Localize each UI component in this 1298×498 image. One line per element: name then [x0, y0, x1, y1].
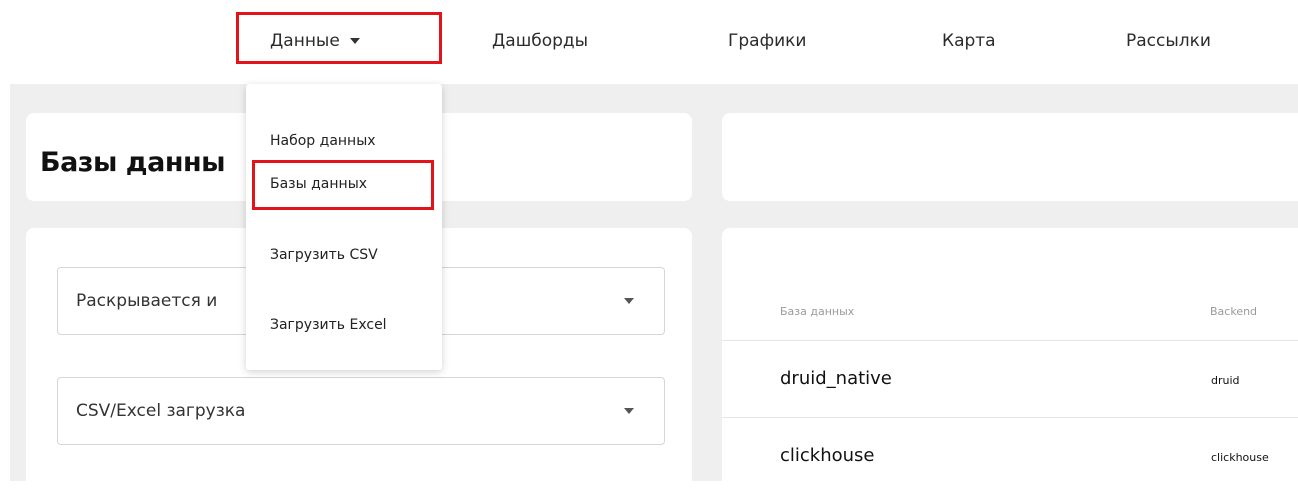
database-backend: druid — [1211, 374, 1240, 387]
database-name[interactable]: clickhouse — [780, 445, 875, 466]
database-backend: clickhouse — [1211, 451, 1269, 464]
nav-data-label: Данные — [270, 31, 340, 51]
header-card — [722, 113, 1298, 201]
menu-item-dataset[interactable]: Набор данных — [270, 133, 376, 149]
menu-item-upload-excel[interactable]: Загрузить Excel — [270, 317, 387, 333]
chevron-down-icon — [624, 408, 634, 414]
upload-select[interactable]: CSV/Excel загрузка — [57, 377, 665, 445]
chevron-down-icon — [624, 298, 634, 304]
column-header-database[interactable]: База данных — [780, 305, 854, 318]
database-name[interactable]: druid_native — [780, 368, 892, 389]
menu-item-upload-csv[interactable]: Загрузить CSV — [270, 247, 378, 263]
type-select-value: Раскрывается и — [76, 291, 218, 311]
nav-map[interactable]: Карта — [942, 28, 996, 54]
nav-data-menu[interactable]: Данные — [270, 28, 360, 54]
nav-charts[interactable]: Графики — [728, 28, 806, 54]
nav-mailings[interactable]: Рассылки — [1126, 28, 1211, 54]
row-divider — [722, 417, 1298, 418]
chevron-down-icon — [349, 38, 360, 44]
row-divider — [722, 340, 1298, 341]
column-header-backend[interactable]: Backend — [1210, 305, 1257, 318]
menu-item-databases[interactable]: Базы данных — [270, 176, 367, 192]
top-navigation: Данные Дашборды Графики Карта Рассылки — [0, 0, 1298, 84]
upload-select-value: CSV/Excel загрузка — [76, 401, 246, 421]
page-title: Базы данны — [40, 147, 226, 178]
nav-dashboards[interactable]: Дашборды — [492, 28, 588, 54]
